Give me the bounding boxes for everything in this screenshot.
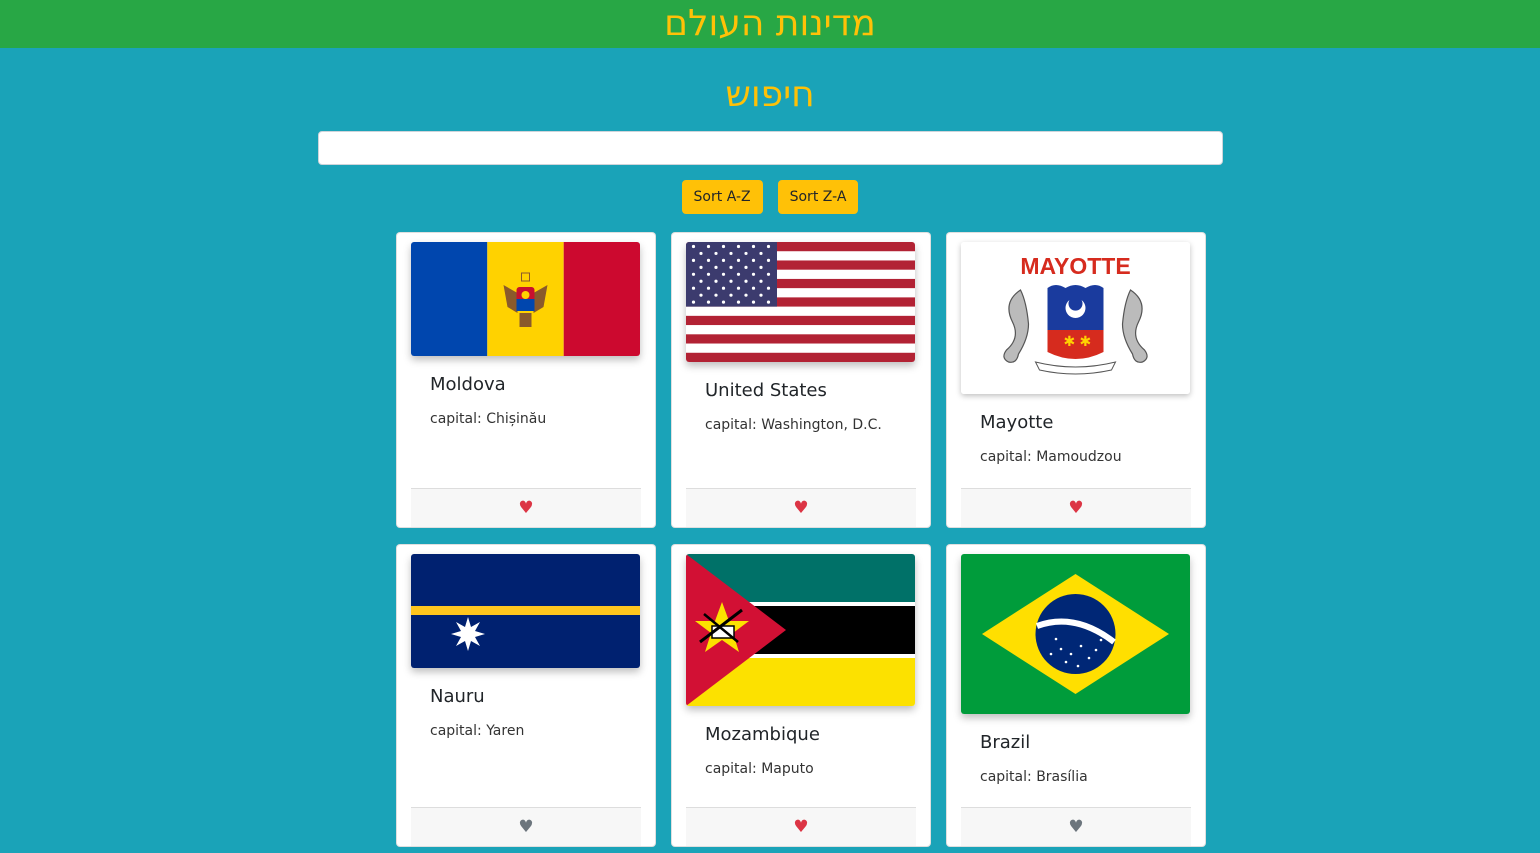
country-capital: capital: Mamoudzou	[980, 449, 1122, 465]
favorite-heart-icon[interactable]: ♥	[518, 499, 533, 517]
favorite-heart-icon[interactable]: ♥	[793, 499, 808, 517]
country-capital: capital: Yaren	[430, 723, 525, 739]
flag-moldova-icon	[411, 242, 640, 356]
country-card: United States capital: Washington, D.C. …	[671, 232, 931, 528]
country-name: Mayotte	[980, 412, 1054, 433]
svg-text:✱: ✱	[1080, 334, 1092, 350]
sort-za-button[interactable]: Sort Z-A	[777, 180, 859, 214]
card-footer: ♥	[961, 488, 1191, 527]
flag-mozambique-icon	[686, 554, 915, 706]
country-card: Mozambique capital: Maputo ♥	[671, 544, 931, 847]
flag-brazil-icon	[961, 554, 1190, 714]
country-card: MAYOTTE ✱ ✱ Mayotte capital: Mamoudzou ♥	[946, 232, 1206, 528]
country-name: United States	[705, 380, 827, 401]
app-title: מדינות העולם	[664, 3, 876, 44]
card-footer: ♥	[411, 807, 641, 846]
card-footer: ♥	[961, 807, 1191, 846]
country-name: Nauru	[430, 686, 485, 707]
favorite-heart-icon[interactable]: ♥	[518, 818, 533, 836]
favorite-heart-icon[interactable]: ♥	[1068, 818, 1083, 836]
country-name: Brazil	[980, 732, 1031, 753]
sort-controls: Sort A-Z Sort Z-A	[0, 180, 1540, 214]
country-capital: capital: Chișinău	[430, 411, 547, 427]
country-name: Mozambique	[705, 724, 820, 745]
country-capital: capital: Washington, D.C.	[705, 417, 882, 433]
search-input[interactable]	[317, 131, 1223, 165]
country-card: Moldova capital: Chișinău ♥	[396, 232, 656, 528]
country-grid: Moldova capital: Chișinău ♥ United State…	[396, 232, 1207, 847]
country-card: Brazil capital: Brasília ♥	[946, 544, 1206, 847]
card-footer: ♥	[686, 488, 916, 527]
flag-united-states-icon	[686, 242, 915, 362]
country-capital: capital: Brasília	[980, 769, 1088, 785]
top-header: מדינות העולם	[0, 0, 1540, 48]
favorite-heart-icon[interactable]: ♥	[1068, 499, 1083, 517]
favorite-heart-icon[interactable]: ♥	[793, 818, 808, 836]
flag-nauru-icon	[411, 554, 640, 668]
country-name: Moldova	[430, 374, 506, 395]
sort-az-button[interactable]: Sort A-Z	[681, 180, 763, 214]
country-card: Nauru capital: Yaren ♥	[396, 544, 656, 847]
search-title: חיפוש	[725, 74, 815, 115]
search-container	[0, 131, 1540, 165]
svg-text:✱: ✱	[1064, 334, 1076, 350]
flag-mayotte-text: MAYOTTE	[1020, 253, 1130, 279]
card-footer: ♥	[686, 807, 916, 846]
flag-mayotte-icon: MAYOTTE ✱ ✱	[961, 242, 1190, 394]
card-footer: ♥	[411, 488, 641, 527]
country-capital: capital: Maputo	[705, 761, 814, 777]
